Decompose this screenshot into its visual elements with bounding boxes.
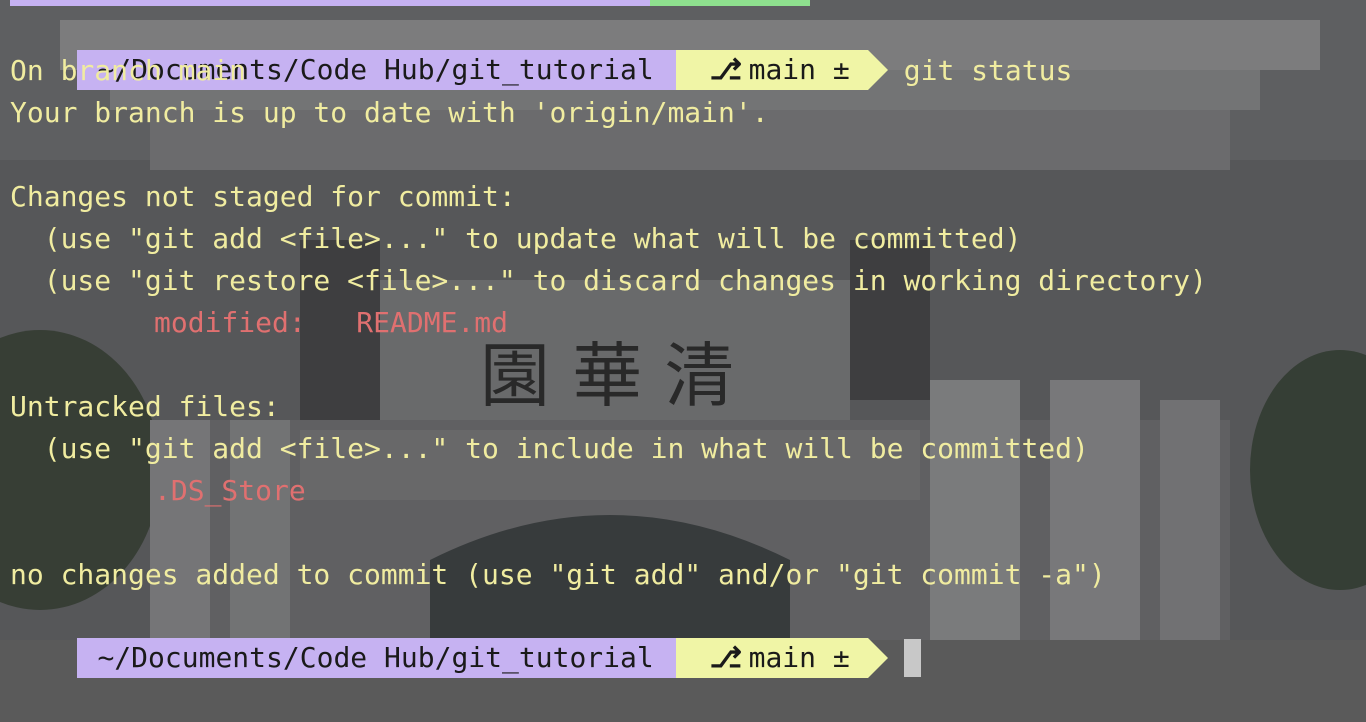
output-line: Untracked files: <box>10 390 280 423</box>
terminal-cursor[interactable] <box>903 639 921 677</box>
command-text: git status <box>903 54 1073 87</box>
prompt-branch-segment: ⎇ main ± <box>675 638 888 678</box>
output-line: Changes not staged for commit: <box>10 180 516 213</box>
output-line: On branch main <box>10 54 247 87</box>
branch-name: main ± <box>748 641 850 674</box>
untracked-file-line: .DS_Store <box>154 474 306 507</box>
output-line: (use "git add <file>..." to include in w… <box>10 432 1089 465</box>
prompt-line-1: ~/Documents/Code Hub/git_tutorial ⎇ main … <box>10 8 1072 90</box>
git-branch-icon: ⎇ <box>709 53 742 86</box>
output-line: (use "git add <file>..." to update what … <box>10 222 1022 255</box>
git-branch-icon: ⎇ <box>709 641 742 674</box>
prompt-path-segment: ~/Documents/Code Hub/git_tutorial <box>77 638 697 678</box>
output-line: (use "git restore <file>..." to discard … <box>10 264 1207 297</box>
output-line: no changes added to commit (use "git add… <box>10 558 1106 591</box>
output-line: Your branch is up to date with 'origin/m… <box>10 96 769 129</box>
branch-name: main ± <box>748 53 850 86</box>
prompt-branch-segment: ⎇ main ± <box>675 50 888 90</box>
terminal-window[interactable]: ~/Documents/Code Hub/git_tutorial ⎇ main … <box>0 0 1366 678</box>
modified-file-line: modified: README.md <box>154 306 509 339</box>
prompt-line-2: ~/Documents/Code Hub/git_tutorial ⎇ main … <box>10 596 921 678</box>
